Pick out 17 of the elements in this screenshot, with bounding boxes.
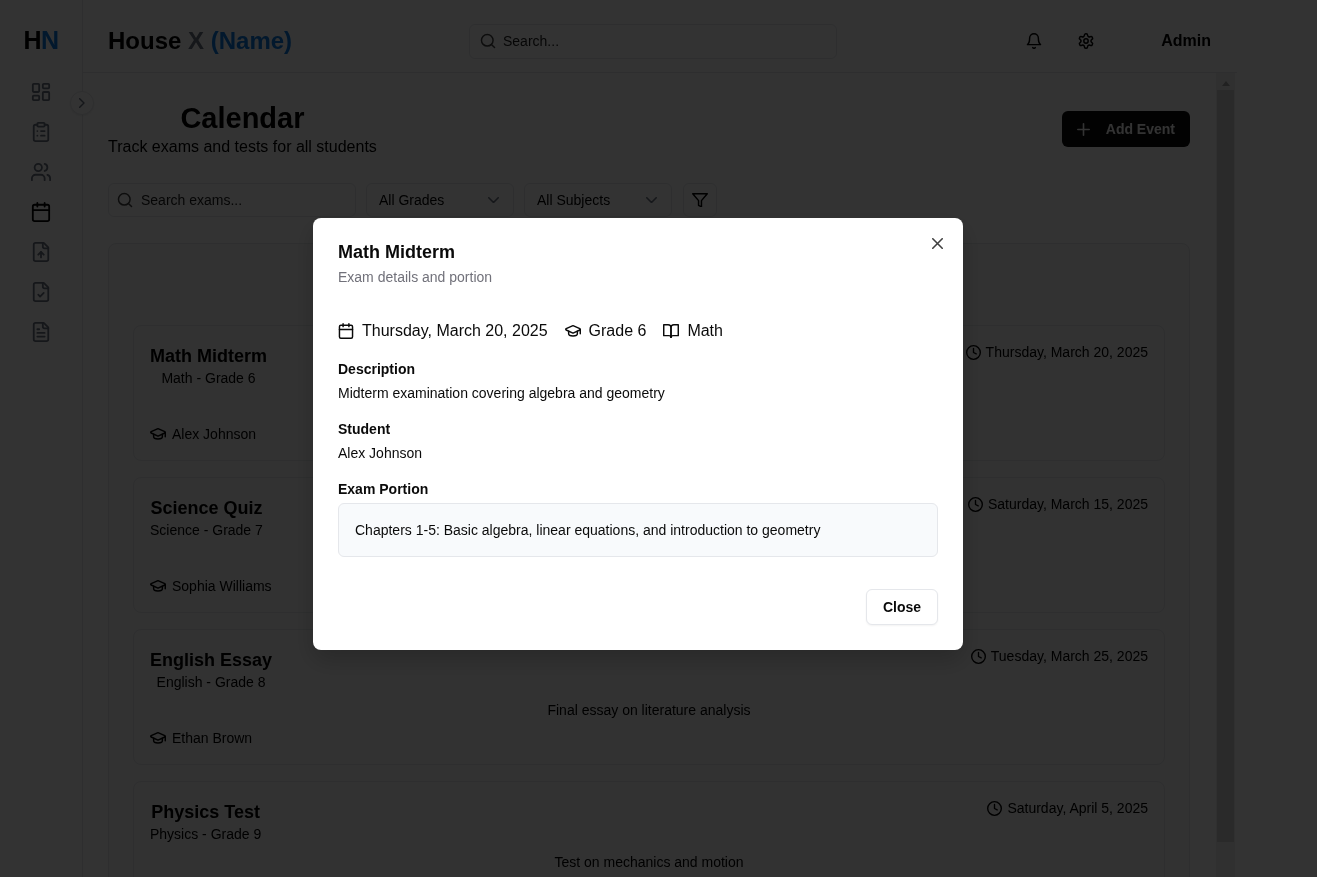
dialog-close-button[interactable] xyxy=(932,238,943,249)
calendar-icon xyxy=(338,323,354,339)
close-button[interactable]: Close xyxy=(865,589,938,625)
section-heading: Student xyxy=(338,420,392,439)
section-text: Midterm examination covering algebra and geometry xyxy=(338,384,666,403)
exam-portion-text: Chapters 1-5: Basic algebra, linear equations, and introduction to geometry xyxy=(338,503,938,557)
book-icon xyxy=(663,323,680,339)
section-heading: Exam Portion xyxy=(338,480,430,499)
graduation-cap-icon xyxy=(564,325,581,337)
exam-date: Thursday, March 20, 2025 xyxy=(362,321,548,341)
exam-grade: Grade 6 xyxy=(588,321,647,341)
section-text: Alex Johnson xyxy=(338,444,424,463)
close-icon xyxy=(932,238,943,249)
dialog-subtitle: Exam details and portion xyxy=(338,268,494,287)
section-heading: Description xyxy=(338,360,416,379)
dialog-title: Math Midterm xyxy=(338,241,456,264)
exam-subject: Math xyxy=(687,321,723,341)
